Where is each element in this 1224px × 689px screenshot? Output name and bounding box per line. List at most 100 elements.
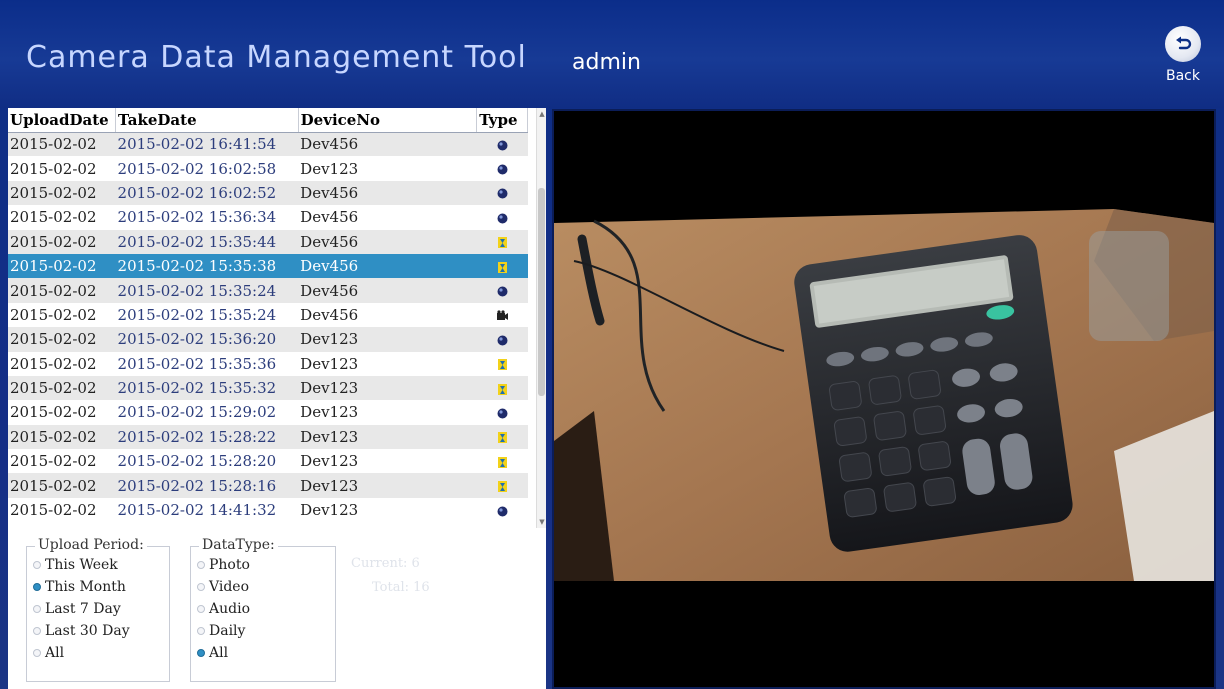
radio-button[interactable] bbox=[33, 561, 41, 569]
period-option-all[interactable]: All bbox=[33, 645, 64, 661]
cell-device-no: Dev123 bbox=[298, 400, 477, 425]
scroll-up-arrow-icon[interactable]: ▲ bbox=[537, 110, 547, 118]
table-row[interactable]: 2015-02-02 2015-02-02 15:28:16 Dev123 bbox=[8, 473, 528, 498]
table-row[interactable]: 2015-02-02 2015-02-02 15:28:22 Dev123 bbox=[8, 424, 528, 450]
photo-type-icon bbox=[497, 330, 508, 348]
scroll-down-arrow-icon[interactable]: ▼ bbox=[537, 518, 547, 526]
cell-upload-date: 2015-02-02 bbox=[8, 205, 116, 230]
cell-type bbox=[476, 449, 528, 474]
cell-type bbox=[476, 351, 528, 376]
radio-button[interactable] bbox=[33, 649, 41, 657]
cell-upload-date: 2015-02-02 bbox=[8, 302, 116, 328]
cell-upload-date: 2015-02-02 bbox=[8, 253, 116, 279]
cell-upload-date: 2015-02-02 bbox=[8, 497, 116, 523]
back-button[interactable]: Back bbox=[1158, 26, 1208, 96]
table-row[interactable]: 2015-02-02 2015-02-02 16:41:54 Dev456 bbox=[8, 132, 528, 157]
table-scrollbar[interactable]: ▲ ▼ bbox=[536, 108, 546, 528]
table-row[interactable]: 2015-02-02 2015-02-02 15:35:44 Dev456 bbox=[8, 229, 528, 254]
daily-type-icon bbox=[497, 379, 508, 397]
radio-button[interactable] bbox=[197, 561, 205, 569]
option-label: This Month bbox=[45, 579, 126, 595]
daily-type-icon bbox=[497, 452, 508, 470]
period-option-last-7-day[interactable]: Last 7 Day bbox=[33, 601, 121, 617]
cell-take-date: 2015-02-02 16:02:52 bbox=[115, 180, 299, 206]
table-row[interactable]: 2015-02-02 2015-02-02 15:35:24 Dev456 bbox=[8, 302, 528, 328]
total-count: Total: 16 bbox=[372, 580, 430, 595]
option-label: All bbox=[45, 645, 65, 661]
daily-type-icon bbox=[497, 477, 508, 495]
datatype-option-photo[interactable]: Photo bbox=[197, 557, 250, 573]
radio-button[interactable] bbox=[197, 583, 205, 591]
column-header-deviceno[interactable]: DeviceNo bbox=[298, 108, 478, 133]
radio-button[interactable] bbox=[33, 627, 41, 635]
cell-upload-date: 2015-02-02 bbox=[8, 473, 116, 498]
table-row[interactable]: 2015-02-02 2015-02-02 15:35:36 Dev123 bbox=[8, 351, 528, 376]
cell-device-no: Dev123 bbox=[298, 327, 477, 352]
table-row[interactable]: 2015-02-02 2015-02-02 15:35:38 Dev456 bbox=[8, 253, 528, 279]
cell-upload-date: 2015-02-02 bbox=[8, 156, 116, 181]
cell-upload-date: 2015-02-02 bbox=[8, 327, 116, 352]
table-row[interactable]: 2015-02-02 2015-02-02 15:28:20 Dev123 bbox=[8, 449, 528, 474]
app-window: Camera Data Management Tool admin Back U… bbox=[0, 0, 1224, 689]
current-count: Current: 6 bbox=[351, 556, 420, 571]
cell-type bbox=[476, 497, 528, 523]
datatype-option-audio[interactable]: Audio bbox=[197, 601, 250, 617]
back-label: Back bbox=[1166, 68, 1200, 84]
cell-take-date: 2015-02-02 15:35:24 bbox=[115, 302, 299, 328]
photo-type-icon bbox=[497, 208, 508, 226]
datatype-option-video[interactable]: Video bbox=[197, 579, 249, 595]
option-label: Video bbox=[209, 579, 250, 595]
image-preview bbox=[552, 109, 1216, 689]
column-header-type[interactable]: Type bbox=[476, 108, 528, 133]
period-option-last-30-day[interactable]: Last 30 Day bbox=[33, 623, 130, 639]
column-header-uploaddate[interactable]: UploadDate bbox=[8, 108, 117, 133]
cell-take-date: 2015-02-02 15:35:38 bbox=[115, 253, 299, 279]
radio-button[interactable] bbox=[33, 605, 41, 613]
table-header-row: UploadDate TakeDate DeviceNo Type bbox=[8, 108, 528, 133]
radio-button[interactable] bbox=[197, 605, 205, 613]
cell-take-date: 2015-02-02 15:29:02 bbox=[115, 400, 299, 425]
period-option-this-week[interactable]: This Week bbox=[33, 557, 118, 573]
column-header-takedate[interactable]: TakeDate bbox=[115, 108, 299, 133]
cell-type bbox=[476, 400, 528, 425]
cell-type bbox=[476, 156, 528, 181]
table-row[interactable]: 2015-02-02 2015-02-02 15:36:34 Dev456 bbox=[8, 205, 528, 230]
cell-type bbox=[476, 278, 528, 303]
filter-panel: Upload Period: This Week This Month Last 7… bbox=[8, 528, 546, 689]
period-option-this-month[interactable]: This Month bbox=[33, 579, 126, 595]
cell-device-no: Dev123 bbox=[298, 497, 477, 523]
table-row[interactable]: 2015-02-02 2015-02-02 15:36:20 Dev123 bbox=[8, 327, 528, 352]
scrollbar-thumb[interactable] bbox=[538, 188, 545, 396]
cell-type bbox=[476, 327, 528, 352]
table-row[interactable]: 2015-02-02 2015-02-02 14:41:32 Dev123 bbox=[8, 497, 528, 523]
table-row[interactable]: 2015-02-02 2015-02-02 15:29:02 Dev123 bbox=[8, 400, 528, 425]
table-row[interactable]: 2015-02-02 2015-02-02 15:35:24 Dev456 bbox=[8, 278, 528, 303]
cell-take-date: 2015-02-02 15:35:32 bbox=[115, 375, 299, 401]
cell-type bbox=[476, 180, 528, 206]
radio-button[interactable] bbox=[33, 583, 41, 591]
table-row[interactable]: 2015-02-02 2015-02-02 16:02:52 Dev456 bbox=[8, 180, 528, 206]
cell-type bbox=[476, 253, 528, 279]
table-row[interactable]: 2015-02-02 2015-02-02 15:35:32 Dev123 bbox=[8, 375, 528, 401]
cell-device-no: Dev456 bbox=[298, 205, 477, 230]
data-table: UploadDate TakeDate DeviceNo Type 2015-0… bbox=[8, 108, 528, 523]
cell-device-no: Dev456 bbox=[298, 229, 477, 254]
cell-device-no: Dev456 bbox=[298, 302, 477, 328]
cell-upload-date: 2015-02-02 bbox=[8, 400, 116, 425]
cell-upload-date: 2015-02-02 bbox=[8, 132, 116, 157]
cell-take-date: 2015-02-02 15:28:22 bbox=[115, 424, 299, 450]
cell-take-date: 2015-02-02 15:35:36 bbox=[115, 351, 299, 376]
photo-type-icon bbox=[497, 160, 508, 178]
daily-type-icon bbox=[497, 257, 508, 275]
radio-button[interactable] bbox=[197, 649, 205, 657]
cell-type bbox=[476, 424, 528, 450]
photo-type-icon bbox=[497, 403, 508, 421]
option-label: This Week bbox=[45, 557, 118, 573]
radio-button[interactable] bbox=[197, 627, 205, 635]
table-row[interactable]: 2015-02-02 2015-02-02 16:02:58 Dev123 bbox=[8, 156, 528, 181]
datatype-option-all[interactable]: All bbox=[197, 645, 228, 661]
data-type-group: DataType: Photo Video Audio Daily All bbox=[190, 537, 336, 682]
datatype-option-daily[interactable]: Daily bbox=[197, 623, 245, 639]
app-title: Camera Data Management Tool bbox=[26, 40, 527, 75]
table-body: 2015-02-02 2015-02-02 16:41:54 Dev456 2015-… bbox=[8, 132, 528, 523]
